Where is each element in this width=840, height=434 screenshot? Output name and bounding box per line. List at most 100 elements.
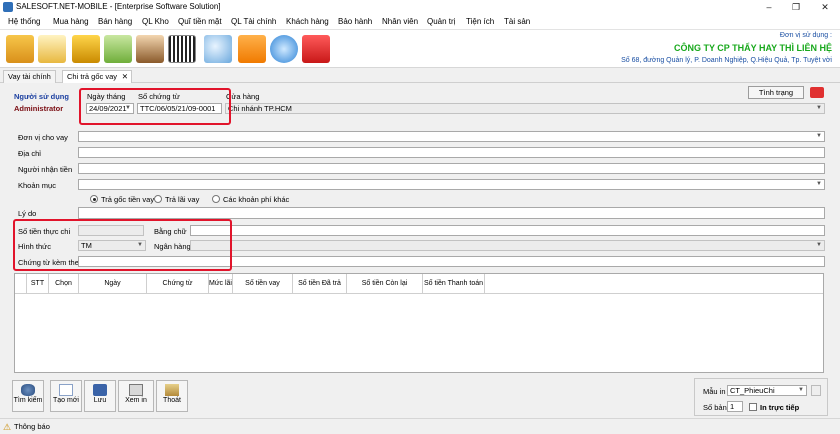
menu-bao-hanh[interactable]: Bảo hành	[338, 17, 372, 26]
copies-stepper[interactable]: 1	[727, 401, 743, 412]
item-select[interactable]: ▼	[78, 179, 825, 190]
power-icon[interactable]	[302, 35, 330, 63]
method-select[interactable]: TM ▼	[78, 240, 146, 251]
search-button[interactable]: Tìm kiếm	[12, 380, 44, 412]
in-words-field[interactable]	[190, 225, 825, 236]
amount-label: Số tiền thực chi	[18, 227, 71, 236]
attach-label: Chứng từ kèm theo	[18, 258, 84, 267]
menu-khach-hang[interactable]: Khách hàng	[286, 17, 329, 26]
menu-nhan-vien[interactable]: Nhân viên	[382, 17, 418, 26]
amount-field[interactable]	[78, 225, 144, 236]
status-button[interactable]: Tình trạng	[748, 86, 804, 99]
tab-close-icon[interactable]: ✕	[122, 71, 128, 83]
lender-select[interactable]: ▼	[78, 131, 825, 142]
bank-select[interactable]: ▼	[190, 240, 825, 251]
col-chung-tu[interactable]: Chứng từ	[147, 274, 209, 294]
menu-tien-ich[interactable]: Tiện ích	[466, 17, 494, 26]
status-bar: ⚠ Thông báo	[0, 418, 840, 434]
restore-button[interactable]: ❐	[789, 1, 803, 13]
tools-icon[interactable]	[6, 35, 34, 63]
col-stt[interactable]: STT	[27, 274, 49, 294]
col-chon[interactable]: Chọn	[49, 274, 79, 294]
new-button-label: Tạo mới	[53, 397, 79, 404]
template-select[interactable]: CT_PhieuChi ▼	[727, 385, 807, 396]
chevron-down-icon[interactable]: ▼	[135, 241, 145, 250]
item-label: Khoản mục	[18, 181, 56, 190]
menu-he-thong[interactable]: Hệ thống	[8, 17, 40, 26]
tab-label: Chi trả gốc vay	[67, 72, 118, 81]
col-so-tien-con-lai[interactable]: Số tiền Còn lại	[347, 274, 423, 294]
users-icon[interactable]	[136, 35, 164, 63]
doc-number-field[interactable]: TTC/06/05/21/09-0001	[137, 103, 222, 114]
menu-ql-kho[interactable]: QL Kho	[142, 17, 169, 26]
grid-corner	[15, 274, 27, 294]
save-button[interactable]: Lưu	[84, 380, 116, 412]
chevron-down-icon[interactable]: ▼	[814, 132, 824, 141]
menu-mua-hang[interactable]: Mua hàng	[53, 17, 89, 26]
template-value: CT_PhieuChi	[730, 386, 775, 395]
direct-print-checkbox[interactable]	[749, 403, 757, 411]
menu-ql-tai-chinh[interactable]: QL Tài chính	[231, 17, 276, 26]
tab-chi-tra-goc-vay[interactable]: Chi trả gốc vay ✕	[62, 70, 133, 83]
menu-quan-tri[interactable]: Quản trị	[427, 17, 455, 26]
branch-select[interactable]: Chi nhánh TP.HCM ▼	[225, 103, 825, 114]
search-button-label: Tìm kiếm	[13, 397, 43, 404]
close-button[interactable]: ✕	[818, 1, 832, 13]
chevron-down-icon[interactable]: ▼	[814, 241, 824, 250]
template-extra-button[interactable]	[811, 385, 821, 396]
menu-ban-hang[interactable]: Bán hàng	[98, 17, 132, 26]
branch-value: Chi nhánh TP.HCM	[228, 104, 292, 113]
radio-tra-lai-label: Trả lãi vay	[165, 195, 200, 204]
menu-bar: Hệ thống Mua hàng Bán hàng QL Kho Quĩ ti…	[0, 14, 840, 30]
binoculars-icon	[21, 384, 35, 396]
help-icon[interactable]	[270, 35, 298, 63]
company-address: Số 68, đường Quản lý, P. Doanh Nghiệp, Q…	[621, 57, 832, 64]
tab-bar: Vay tài chính Chi trả gốc vay ✕	[0, 69, 840, 83]
attach-field[interactable]	[78, 256, 825, 267]
col-so-tien-da-tra[interactable]: Số tiền Đã trả	[293, 274, 347, 294]
address-field[interactable]	[78, 147, 825, 158]
grid-header: STT Chọn Ngày Chứng từ Mức lãi Số tiền v…	[15, 274, 823, 294]
tab-vay-tai-chinh[interactable]: Vay tài chính	[3, 70, 56, 83]
address-label: Địa chỉ	[18, 149, 41, 158]
branch-label: Cửa hàng	[226, 92, 260, 101]
edit-document-icon[interactable]	[104, 35, 132, 63]
search-report-icon[interactable]	[204, 35, 232, 63]
save-button-label: Lưu	[93, 397, 107, 404]
exit-button-label: Thoát	[163, 397, 181, 404]
copies-label: Số bản	[703, 403, 727, 412]
doc-number-label: Số chứng từ	[138, 92, 180, 101]
notepad-icon[interactable]	[38, 35, 66, 63]
chevron-down-icon[interactable]: ▼	[796, 386, 806, 395]
radio-phi-khac[interactable]	[212, 195, 220, 203]
col-so-tien-vay[interactable]: Số tiền vay	[233, 274, 293, 294]
minimize-button[interactable]: –	[762, 1, 776, 13]
exit-button[interactable]: Thoát	[156, 380, 188, 412]
print-preview-button[interactable]: Xem in	[118, 380, 154, 412]
radio-tra-lai[interactable]	[154, 195, 162, 203]
reason-field[interactable]	[78, 207, 825, 219]
method-value: TM	[81, 241, 92, 250]
date-picker[interactable]: 24/09/2021 ▼	[86, 103, 134, 114]
menu-quy-tien-mat[interactable]: Quĩ tiền mặt	[178, 17, 222, 26]
in-words-label: Bằng chữ	[154, 227, 187, 236]
lock-icon[interactable]	[238, 35, 266, 63]
receiver-field[interactable]	[78, 163, 825, 174]
menu-tai-san[interactable]: Tài sản	[504, 17, 530, 26]
col-so-tien-thanh-toan[interactable]: Số tiền Thanh toán	[423, 274, 485, 294]
receiver-label: Người nhận tiền	[18, 165, 73, 174]
col-muc-lai[interactable]: Mức lãi	[209, 274, 233, 294]
forklift-icon[interactable]	[72, 35, 100, 63]
new-button[interactable]: Tạo mới	[50, 380, 82, 412]
payments-grid[interactable]: STT Chọn Ngày Chứng từ Mức lãi Số tiền v…	[14, 273, 824, 373]
barcode-icon[interactable]	[168, 35, 196, 63]
radio-tra-goc-label: Trả gốc tiền vay	[101, 195, 155, 204]
chevron-down-icon[interactable]: ▼	[123, 104, 133, 113]
chevron-down-icon[interactable]: ▼	[814, 180, 824, 189]
warning-icon: ⚠	[3, 422, 12, 432]
chevron-down-icon[interactable]: ▼	[814, 104, 824, 113]
radio-tra-goc[interactable]	[90, 195, 98, 203]
col-ngay[interactable]: Ngày	[79, 274, 147, 294]
user-value: Administrator	[14, 104, 64, 113]
video-icon[interactable]	[810, 87, 824, 98]
